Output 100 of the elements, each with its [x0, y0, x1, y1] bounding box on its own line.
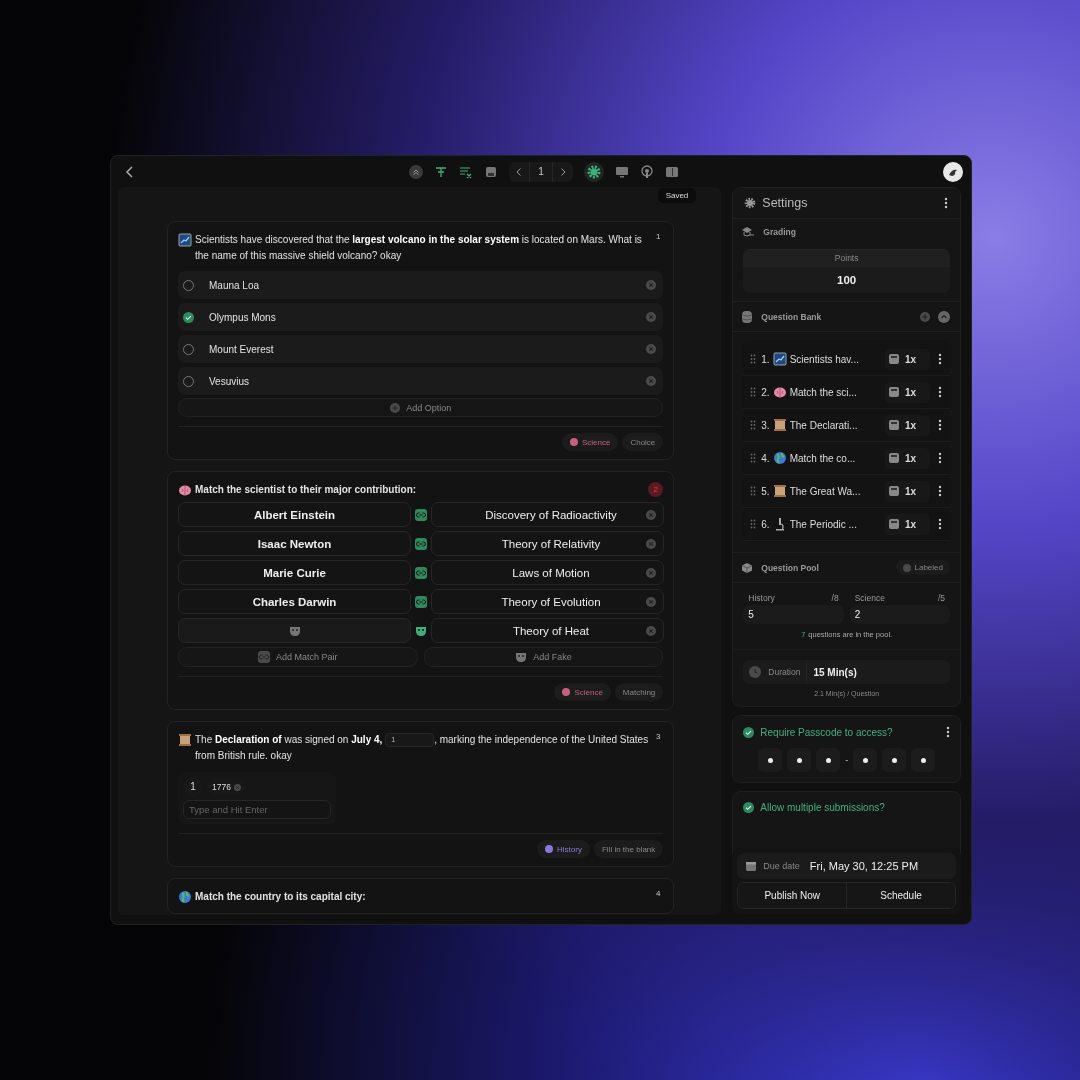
question-title[interactable]: Match the co... [789, 452, 882, 464]
weight-field[interactable]: 1x [885, 414, 930, 436]
question-type-chip[interactable]: Fill in the blank [593, 840, 664, 858]
question-title[interactable]: Scientists hav... [789, 353, 882, 365]
checkbox[interactable] [743, 726, 755, 738]
settings-icon[interactable] [583, 161, 604, 182]
masked-dot [796, 757, 802, 763]
add-fake-button[interactable]: Add Fake [423, 647, 664, 667]
match-right-field[interactable]: Laws of Motion [431, 560, 664, 585]
category-label: History [748, 593, 775, 603]
due-date-value: Fri, May 30, 12:25 PM [809, 860, 919, 872]
match-right-field[interactable]: Theory of Evolution [431, 589, 664, 614]
option-label: Mauna Loa [209, 279, 261, 291]
mask-icon[interactable] [415, 624, 427, 637]
more-icon[interactable] [938, 485, 942, 497]
option-row[interactable]: Mount Everest [178, 335, 664, 363]
radio-button[interactable] [183, 343, 194, 355]
match-left-field[interactable]: Albert Einstein [178, 502, 411, 527]
calculator-icon [889, 420, 899, 430]
passcode-digit-field[interactable] [853, 748, 878, 772]
more-icon[interactable] [938, 452, 942, 464]
drag-handle-icon[interactable] [750, 453, 757, 463]
question-type-chip[interactable]: Matching [614, 683, 664, 701]
due-date-field[interactable]: Due date Fri, May 30, 12:25 PM [737, 853, 956, 879]
question-title[interactable]: Match the sci... [789, 386, 882, 398]
question-title[interactable]: The Periodic ... [789, 518, 882, 530]
match-right-field[interactable]: Theory of Heat [431, 618, 664, 643]
add-option-button[interactable]: Add Option [178, 398, 664, 417]
page-number[interactable]: 1 [529, 161, 553, 182]
weight-field[interactable]: 1x [885, 381, 930, 403]
question-number: 4 [655, 889, 662, 898]
save-icon[interactable] [484, 164, 499, 179]
panel-icon[interactable] [664, 164, 679, 179]
passcode-digit-field[interactable] [816, 748, 841, 772]
points-field[interactable]: Points 100 [743, 249, 950, 293]
drag-handle-icon[interactable] [750, 354, 757, 364]
more-icon[interactable] [938, 518, 942, 530]
passcode-digit-field[interactable] [911, 748, 936, 772]
labeled-toggle[interactable]: Labeled [895, 560, 950, 575]
more-icon[interactable] [946, 726, 950, 738]
duration-field[interactable]: Duration 15 Min(s) [743, 660, 950, 684]
passcode-digit-field[interactable] [787, 748, 812, 772]
count-field[interactable]: 2 [849, 605, 950, 624]
tag-label: Science [581, 437, 611, 447]
answer-input[interactable]: Type and Hit Enter [183, 800, 331, 819]
match-left-field[interactable]: Marie Curie [178, 560, 411, 585]
tag-chip[interactable]: Science [561, 433, 619, 451]
checkbox[interactable] [743, 802, 755, 813]
category-label: Science [854, 593, 885, 603]
more-icon[interactable] [944, 197, 948, 209]
option-row[interactable]: Olympus Mons [178, 303, 664, 331]
tag-chip[interactable]: History [537, 840, 590, 858]
question-number: 1 [655, 232, 662, 241]
match-right-field[interactable]: Discovery of Radioactivity [431, 502, 664, 527]
radio-button[interactable] [183, 279, 194, 291]
points-label: Points [743, 250, 950, 267]
weight-field[interactable]: 1x [885, 480, 930, 502]
add-match-pair-button[interactable]: Add Match Pair [178, 647, 418, 667]
option-row[interactable]: Mauna Loa [178, 271, 664, 299]
link-icon[interactable] [415, 595, 427, 608]
more-icon[interactable] [938, 353, 942, 365]
broadcast-icon[interactable] [639, 164, 654, 179]
question-type-chip[interactable]: Choice [622, 433, 664, 451]
collapse-icon[interactable] [938, 310, 950, 323]
collapse-icon[interactable] [409, 164, 424, 179]
tag-chip[interactable]: Science [554, 683, 611, 701]
drag-handle-icon[interactable] [750, 519, 757, 529]
back-icon[interactable] [125, 164, 135, 179]
link-icon[interactable] [415, 508, 427, 521]
weight-field[interactable]: 1x [885, 513, 930, 535]
radio-button[interactable] [183, 311, 194, 323]
match-left-field[interactable]: Isaac Newton [178, 531, 411, 556]
tag-label: History [557, 844, 582, 854]
list-remove-icon[interactable] [459, 164, 474, 179]
radio-button[interactable] [183, 375, 194, 387]
drag-handle-icon[interactable] [750, 486, 757, 496]
link-icon[interactable] [415, 566, 427, 579]
option-row[interactable]: Vesuvius [178, 367, 664, 395]
user-avatar[interactable] [943, 161, 963, 182]
passcode-digit-field[interactable] [882, 748, 907, 772]
link-icon[interactable] [415, 537, 427, 550]
question-number: 2 [648, 482, 664, 497]
passcode-digit-field[interactable] [758, 748, 783, 772]
match-left-field[interactable]: Charles Darwin [178, 589, 411, 614]
more-icon[interactable] [938, 386, 942, 398]
count-field[interactable]: 5 [743, 605, 844, 624]
weight-field[interactable]: 1x [885, 447, 930, 469]
chevron-right-icon [558, 166, 567, 177]
question-title[interactable]: The Declarati... [789, 419, 882, 431]
weight-field[interactable]: 1x [885, 348, 930, 370]
question-title[interactable]: The Great Wa... [789, 485, 882, 497]
option-label: Olympus Mons [209, 311, 277, 323]
drag-handle-icon[interactable] [750, 420, 757, 430]
monitor-icon[interactable] [614, 164, 629, 179]
match-right-field[interactable]: Theory of Relativity [431, 531, 664, 556]
globe-icon [178, 890, 192, 904]
text-format-icon[interactable] [434, 164, 449, 179]
drag-handle-icon[interactable] [750, 387, 757, 397]
more-icon[interactable] [938, 419, 942, 431]
settings-icon [744, 197, 757, 209]
